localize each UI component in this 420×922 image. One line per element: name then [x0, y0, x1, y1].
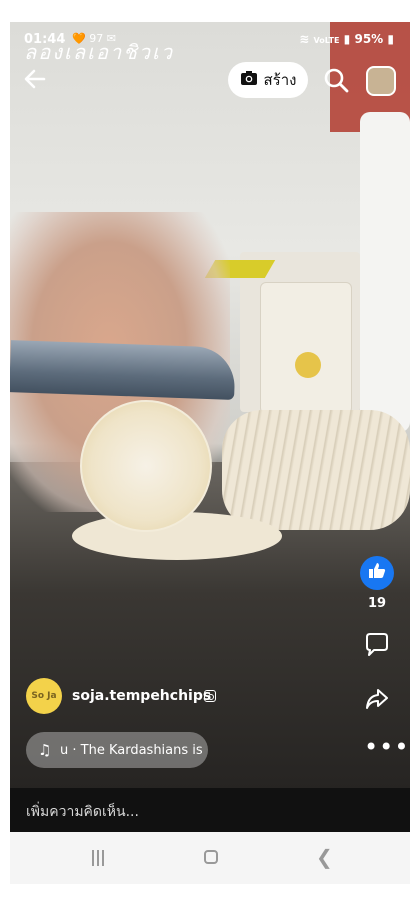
signal-icon: ▮	[343, 32, 351, 46]
tempeh-bag	[260, 282, 352, 414]
status-right: ≋ VoLTE ▮ 95% ▮	[299, 32, 394, 46]
comment-placeholder: เพิ่มความคิดเห็น...	[26, 804, 139, 820]
thumbs-up-icon	[367, 561, 387, 585]
instagram-icon	[204, 690, 216, 702]
android-nav-bar: ❮	[10, 832, 410, 884]
create-label: สร้าง	[263, 71, 297, 89]
battery-icon: ▮	[387, 32, 394, 46]
search-icon[interactable]	[322, 66, 352, 96]
recent-apps-icon[interactable]	[92, 850, 108, 866]
signal-label: VoLTE	[313, 36, 340, 45]
container-jar	[360, 112, 410, 432]
bag-label-dot	[295, 352, 321, 378]
share-icon[interactable]	[364, 686, 390, 712]
music-text: u · The Kardashians is	[60, 742, 203, 758]
wifi-icon: ≋	[299, 32, 310, 46]
comment-icon[interactable]	[364, 632, 390, 658]
create-button[interactable]: สร้าง	[228, 62, 308, 98]
reel-video[interactable]	[10, 22, 410, 788]
tempeh-round-slice	[80, 400, 212, 532]
tempeh-roll	[222, 410, 410, 530]
handwritten-overlay: ลองเลเอาชิวเว	[24, 40, 175, 64]
comment-input[interactable]: เพิ่มความคิดเห็น...	[10, 788, 410, 832]
creator-name[interactable]: soja.tempehchips	[72, 688, 211, 704]
camera-icon	[240, 70, 258, 90]
battery-text: 95%	[354, 32, 384, 46]
music-chip[interactable]: ♫ u · The Kardashians is	[26, 732, 208, 768]
like-count: 19	[367, 596, 387, 611]
nav-back-icon[interactable]: ❮	[316, 847, 333, 867]
knife-blade	[10, 340, 236, 400]
profile-avatar[interactable]	[366, 66, 396, 96]
creator-avatar[interactable]: So Ja	[26, 678, 62, 714]
back-arrow-icon[interactable]	[22, 66, 50, 94]
home-icon[interactable]	[204, 850, 218, 864]
like-button[interactable]	[360, 556, 394, 590]
phone-screen: 01:44 🧡 97 ✉ ≋ VoLTE ▮ 95% ▮ ลองเลเอาชิว…	[10, 22, 410, 884]
more-options-icon[interactable]: •••	[364, 735, 408, 759]
music-note-icon: ♫	[38, 741, 52, 759]
